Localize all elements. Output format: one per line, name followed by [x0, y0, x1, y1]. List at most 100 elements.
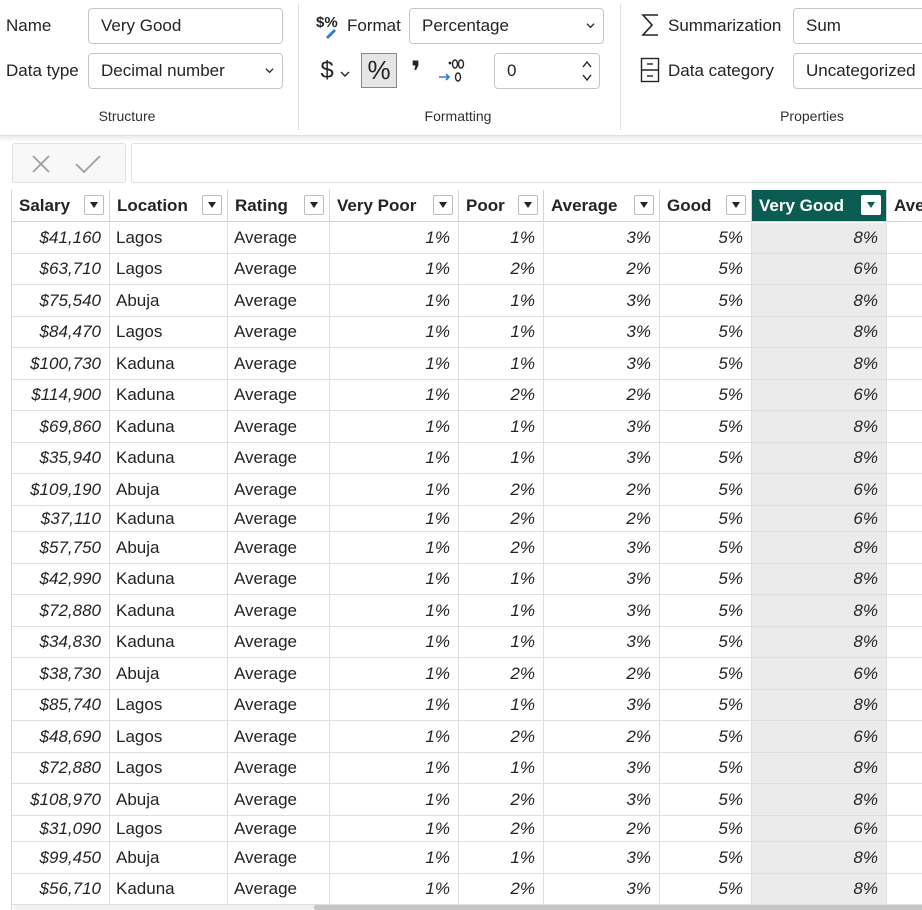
comma-style-button[interactable]: ❜	[403, 54, 429, 88]
filter-dropdown-button[interactable]	[518, 195, 538, 215]
table-row[interactable]: $37,110 Kaduna Average 1% 2% 2% 5% 6%	[0, 506, 922, 532]
cell-location: Kaduna	[110, 874, 228, 905]
cell-salary: $72,880	[12, 753, 110, 784]
datatype-dropdown[interactable]: Decimal number	[88, 53, 283, 89]
column-header-rating[interactable]: Rating	[228, 190, 330, 222]
cell-location: Lagos	[110, 721, 228, 753]
data-category-dropdown[interactable]: Uncategorized	[793, 53, 922, 89]
cell-good: 5%	[660, 874, 752, 905]
cell-good: 5%	[660, 254, 752, 285]
cell-salary: $42,990	[12, 564, 110, 595]
cell-rating: Average	[228, 842, 330, 874]
table-row[interactable]: $99,450 Abuja Average 1% 1% 3% 5% 8%	[0, 842, 922, 874]
cell-rating: Average	[228, 411, 330, 443]
table-row[interactable]: $75,540 Abuja Average 1% 1% 3% 5% 8%	[0, 285, 922, 317]
cell-salary: $85,740	[12, 690, 110, 721]
filter-dropdown-button[interactable]	[861, 195, 881, 215]
cancel-icon[interactable]	[29, 152, 53, 176]
cell-very-good: 6%	[752, 816, 887, 842]
cell-very-poor: 1%	[330, 753, 459, 784]
cell-rating: Average	[228, 285, 330, 317]
column-header-poor[interactable]: Poor	[459, 190, 544, 222]
data-grid: Salary Location Rating Very Poor Poor Average…	[0, 190, 922, 910]
table-row[interactable]: $72,880 Kaduna Average 1% 1% 3% 5% 8%	[0, 595, 922, 627]
datatype-label: Data type	[6, 61, 79, 80]
table-row[interactable]: $48,690 Lagos Average 1% 2% 2% 5% 6%	[0, 721, 922, 753]
cell-location: Kaduna	[110, 564, 228, 595]
filter-dropdown-button[interactable]	[304, 195, 324, 215]
decimal-places-input[interactable]: 0	[494, 53, 600, 89]
horizontal-scrollbar[interactable]	[14, 905, 922, 910]
cell-salary: $108,970	[12, 784, 110, 816]
cell-poor: 2%	[459, 658, 544, 690]
column-header-ave[interactable]: Ave	[887, 190, 922, 222]
table-row[interactable]: $85,740 Lagos Average 1% 1% 3% 5% 8%	[0, 690, 922, 721]
format-dropdown[interactable]: Percentage	[409, 8, 604, 44]
cell-rating: Average	[228, 254, 330, 285]
table-row[interactable]: $31,090 Lagos Average 1% 2% 2% 5% 6%	[0, 816, 922, 842]
column-header-very-good[interactable]: Very Good	[752, 190, 887, 222]
cell-average: 2%	[544, 816, 660, 842]
scrollbar-thumb[interactable]	[314, 905, 922, 910]
cell-salary: $72,880	[12, 595, 110, 627]
chevron-down-icon	[586, 23, 595, 29]
filter-dropdown-button[interactable]	[202, 195, 222, 215]
cell-ave	[887, 595, 922, 627]
table-row[interactable]: $57,750 Abuja Average 1% 2% 3% 5% 8%	[0, 532, 922, 564]
table-row[interactable]: $84,470 Lagos Average 1% 1% 3% 5% 8%	[0, 317, 922, 348]
percent-format-button[interactable]: %	[361, 53, 397, 88]
table-row[interactable]: $56,710 Kaduna Average 1% 2% 3% 5% 8%	[0, 874, 922, 905]
cell-ave	[887, 564, 922, 595]
cell-ave	[887, 380, 922, 411]
table-row[interactable]: $34,830 Kaduna Average 1% 1% 3% 5% 8%	[0, 627, 922, 658]
cell-rating: Average	[228, 564, 330, 595]
filter-dropdown-button[interactable]	[634, 195, 654, 215]
table-row[interactable]: $114,900 Kaduna Average 1% 2% 2% 5% 6%	[0, 380, 922, 411]
cell-good: 5%	[660, 223, 752, 254]
table-row[interactable]: $100,730 Kaduna Average 1% 1% 3% 5% 8%	[0, 348, 922, 380]
commit-check-icon[interactable]	[73, 152, 103, 176]
spinner-arrows-icon[interactable]	[581, 57, 593, 85]
table-row[interactable]: $72,880 Lagos Average 1% 1% 3% 5% 8%	[0, 753, 922, 784]
table-row[interactable]: $109,190 Abuja Average 1% 2% 2% 5% 6%	[0, 474, 922, 506]
name-input[interactable]: Very Good	[88, 8, 283, 44]
column-header-location[interactable]: Location	[110, 190, 228, 222]
column-header-label: Good	[667, 195, 712, 215]
cell-rating: Average	[228, 595, 330, 627]
cell-very-good: 8%	[752, 784, 887, 816]
table-row[interactable]: $35,940 Kaduna Average 1% 1% 3% 5% 8%	[0, 443, 922, 474]
cell-very-poor: 1%	[330, 223, 459, 254]
cell-average: 3%	[544, 690, 660, 721]
table-row[interactable]: $38,730 Abuja Average 1% 2% 2% 5% 6%	[0, 658, 922, 690]
cell-ave	[887, 690, 922, 721]
cell-location: Abuja	[110, 285, 228, 317]
filter-dropdown-button[interactable]	[433, 195, 453, 215]
filter-dropdown-button[interactable]	[726, 195, 746, 215]
formula-input[interactable]	[131, 143, 922, 183]
cell-location: Kaduna	[110, 443, 228, 474]
table-row[interactable]: $69,860 Kaduna Average 1% 1% 3% 5% 8%	[0, 411, 922, 443]
cell-rating: Average	[228, 506, 330, 532]
column-header-very-poor[interactable]: Very Poor	[330, 190, 459, 222]
cell-very-good: 6%	[752, 380, 887, 411]
currency-format-button[interactable]: $	[312, 54, 358, 88]
cell-ave	[887, 254, 922, 285]
chevron-down-icon	[340, 71, 350, 77]
summarization-dropdown[interactable]: Sum	[793, 8, 922, 44]
cell-very-poor: 1%	[330, 842, 459, 874]
cell-rating: Average	[228, 380, 330, 411]
cell-poor: 1%	[459, 285, 544, 317]
table-row[interactable]: $108,970 Abuja Average 1% 2% 3% 5% 8%	[0, 784, 922, 816]
column-header-good[interactable]: Good	[660, 190, 752, 222]
table-row[interactable]: $42,990 Kaduna Average 1% 1% 3% 5% 8%	[0, 564, 922, 595]
decimal-places-button[interactable]	[434, 54, 468, 88]
table-row[interactable]: $63,710 Lagos Average 1% 2% 2% 5% 6%	[0, 254, 922, 285]
cell-very-poor: 1%	[330, 658, 459, 690]
column-header-average[interactable]: Average	[544, 190, 660, 222]
filter-dropdown-button[interactable]	[84, 195, 104, 215]
table-row[interactable]: $41,160 Lagos Average 1% 1% 3% 5% 8%	[0, 223, 922, 254]
column-header-salary[interactable]: Salary	[12, 190, 110, 222]
cell-very-poor: 1%	[330, 411, 459, 443]
cell-salary: $34,830	[12, 627, 110, 658]
cell-average: 3%	[544, 223, 660, 254]
